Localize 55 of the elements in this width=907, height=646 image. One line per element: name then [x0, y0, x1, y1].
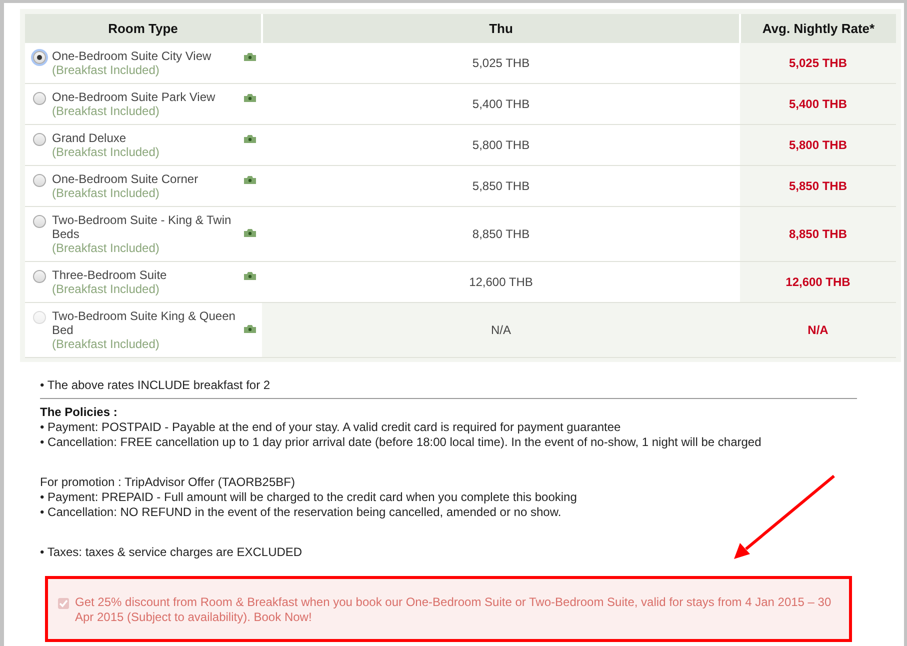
column-header: Avg. Nightly Rate* — [740, 14, 896, 43]
table-cell: N/A — [740, 302, 896, 358]
table-cell: 8,850 THB — [262, 206, 740, 262]
room-name: Two-Bedroom Suite King & Queen Bed — [52, 309, 236, 337]
breakfast-note: (Breakfast Included) — [52, 337, 160, 351]
promo-text: Get 25% discount from Room & Breakfast when you book our One-Bedroom Suite or Two-Bedroom Suite, valid for stays from 4 Jan 2015 – 30 Apr 2015 (Subject to availability). Book Now! — [75, 595, 832, 625]
radio-button[interactable] — [33, 133, 46, 146]
room-name: One-Bedroom Suite City View — [52, 49, 212, 63]
table-cell: 5,025 THB — [262, 43, 740, 84]
camera-icon[interactable] — [243, 228, 257, 238]
radio-button[interactable] — [33, 51, 46, 64]
column-header: Room Type — [25, 14, 262, 43]
table-cell: 12,600 THB — [262, 262, 740, 302]
camera-icon[interactable] — [243, 271, 257, 281]
radio-button[interactable] — [33, 174, 46, 187]
policy-text: • The above rates INCLUDE breakfast for 2 — [40, 378, 272, 393]
policy-text: • Cancellation: FREE cancellation up to 1 day prior arrival date (before 18:00 local time). In the event of no-show, 1 night will be charged — [40, 435, 762, 450]
camera-icon[interactable] — [243, 134, 257, 144]
breakfast-note: (Breakfast Included) — [52, 104, 160, 118]
breakfast-note: (Breakfast Included) — [52, 63, 160, 77]
checkbox[interactable] — [58, 598, 69, 609]
table-cell: N/A — [262, 302, 740, 358]
breakfast-note: (Breakfast Included) — [52, 241, 160, 255]
column-header: Thu — [262, 14, 740, 43]
policy-text: • Cancellation: NO REFUND in the event of the reservation being cancelled, amended or no show. — [40, 505, 562, 520]
room-name: One-Bedroom Suite Park View — [52, 90, 216, 104]
arrow-icon — [732, 473, 838, 561]
policy-text: • Payment: PREPAID - Full amount will be charged to the credit card when you complete this booking — [40, 490, 578, 505]
table-cell: 5,025 THB — [740, 43, 896, 84]
camera-icon[interactable] — [243, 93, 257, 103]
policy-text: For promotion : TripAdvisor Offer (TAORB25BF) — [40, 475, 296, 490]
room-name: Grand Deluxe — [52, 131, 128, 145]
camera-icon[interactable] — [243, 324, 257, 334]
table-cell: 5,800 THB — [740, 124, 896, 166]
table-cell: 8,850 THB — [740, 206, 896, 262]
room-name: One-Bedroom Suite Corner — [52, 172, 200, 186]
table-cell: 5,400 THB — [262, 84, 740, 124]
table-cell: 5,400 THB — [740, 84, 896, 124]
table-cell: 12,600 THB — [740, 262, 896, 302]
breakfast-note: (Breakfast Included) — [52, 186, 160, 200]
table-cell: 5,800 THB — [262, 124, 740, 166]
policy-text: • Payment: POSTPAID - Payable at the end of your stay. A valid credit card is required for payment guarantee — [40, 420, 622, 435]
breakfast-note: (Breakfast Included) — [52, 145, 160, 159]
policies-heading: The Policies : — [40, 405, 118, 420]
table-cell: 5,850 THB — [262, 166, 740, 206]
radio-button[interactable] — [33, 270, 46, 283]
radio-button[interactable] — [33, 92, 46, 105]
table-cell: 5,850 THB — [740, 166, 896, 206]
policy-text: • Taxes: taxes & service charges are EXCLUDED — [40, 545, 304, 560]
camera-icon[interactable] — [243, 175, 257, 185]
camera-icon[interactable] — [243, 52, 257, 62]
breakfast-note: (Breakfast Included) — [52, 282, 160, 296]
room-name: Three-Bedroom Suite — [52, 268, 168, 282]
room-name: Two-Bedroom Suite - King & Twin Beds — [52, 213, 232, 241]
radio-button[interactable] — [33, 215, 46, 228]
